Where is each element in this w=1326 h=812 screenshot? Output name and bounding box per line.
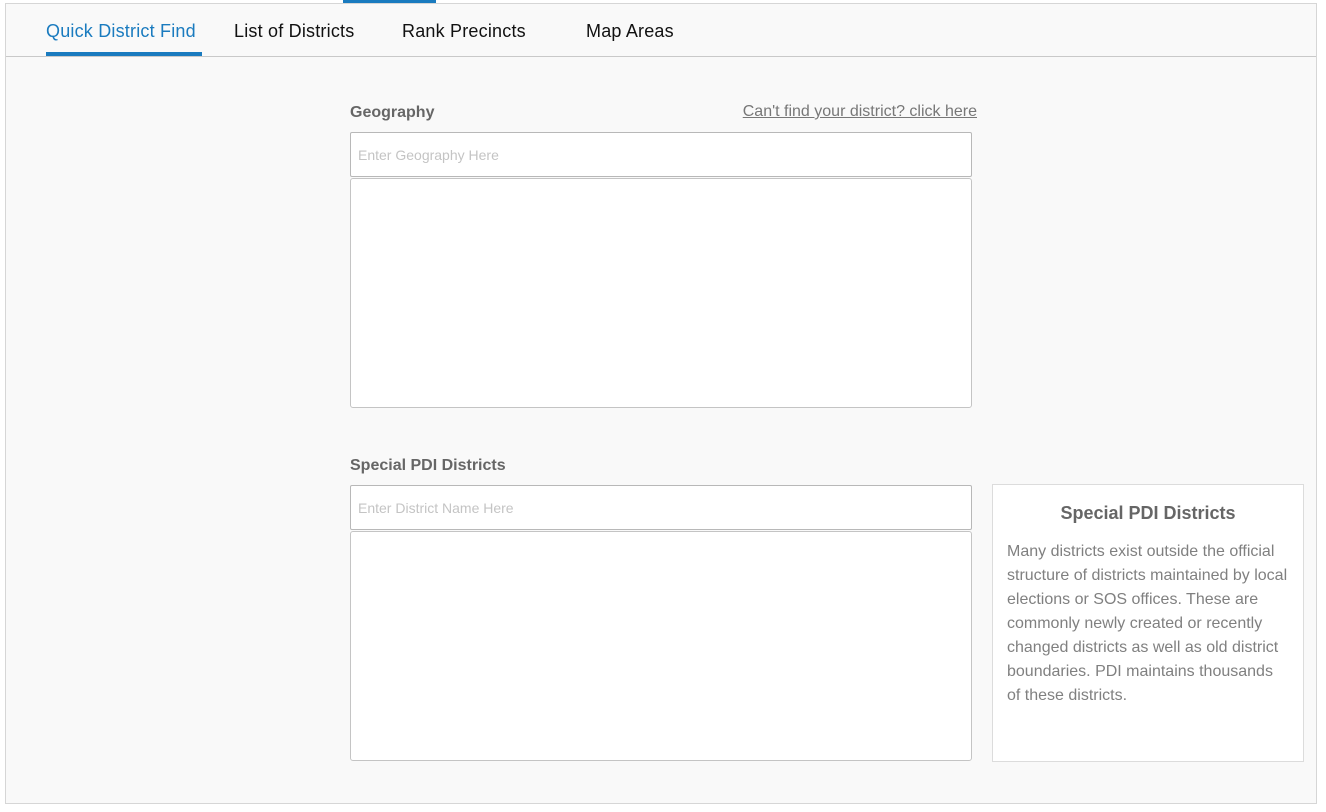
special-pdi-info-box: Special PDI Districts Many districts exi… <box>992 484 1304 762</box>
tab-bar: Quick District Find List of Districts Ra… <box>6 4 1316 57</box>
info-box-description: Many districts exist outside the officia… <box>1007 543 1288 704</box>
tab-quick-district-find[interactable]: Quick District Find <box>46 21 196 42</box>
district-finder-panel: Quick District Find List of Districts Ra… <box>5 3 1317 804</box>
cant-find-district-link[interactable]: Can't find your district? click here <box>743 103 977 121</box>
district-name-search-input[interactable] <box>350 485 972 530</box>
active-tab-indicator <box>46 52 202 56</box>
district-results-list[interactable] <box>350 531 972 761</box>
special-pdi-districts-label: Special PDI Districts <box>350 457 506 474</box>
geography-label: Geography <box>350 104 435 121</box>
tab-map-areas[interactable]: Map Areas <box>586 21 674 42</box>
tab-rank-precincts[interactable]: Rank Precincts <box>402 21 526 42</box>
geography-search-input[interactable] <box>350 132 972 177</box>
info-box-title: Special PDI Districts <box>1060 503 1236 523</box>
geography-results-list[interactable] <box>350 178 972 408</box>
tab-list-of-districts[interactable]: List of Districts <box>234 21 354 42</box>
